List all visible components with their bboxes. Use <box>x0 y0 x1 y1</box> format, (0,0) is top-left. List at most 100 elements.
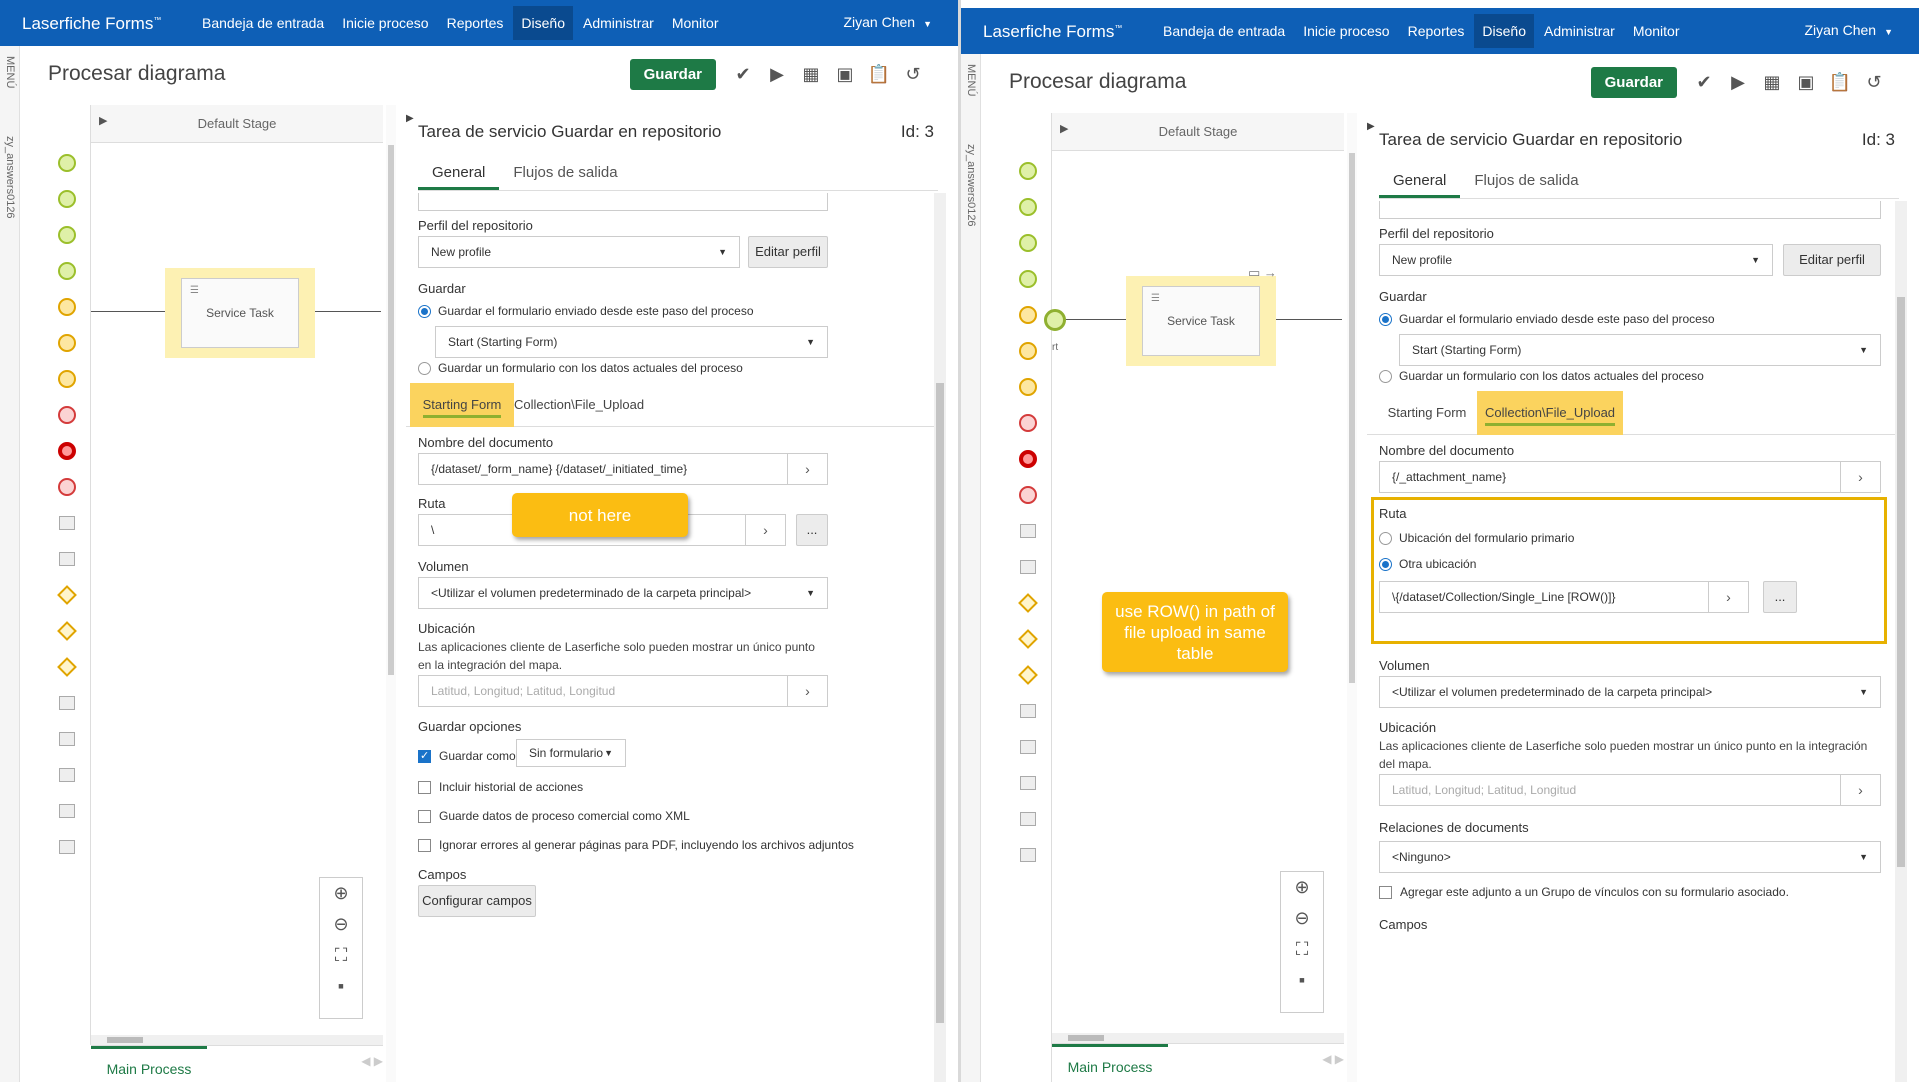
browse-folder-button[interactable]: ... <box>796 514 828 546</box>
radio-save-submitted[interactable]: Guardar el formulario enviado desde este… <box>418 304 754 318</box>
tab-nav-arrows-icon[interactable]: ◀ ▶ <box>1322 1052 1344 1066</box>
edit-profile-button[interactable]: Editar perfil <box>748 236 828 268</box>
email-task-icon[interactable] <box>52 757 82 793</box>
grid-icon[interactable]: ▦ <box>794 64 828 85</box>
inclusive-gateway-icon[interactable] <box>1013 621 1043 657</box>
token-picker-icon[interactable]: › <box>788 453 828 485</box>
location-token-picker-icon[interactable]: › <box>788 675 828 707</box>
script-task-icon[interactable] <box>52 721 82 757</box>
canvas-scrollbar[interactable] <box>91 1035 383 1045</box>
play-icon[interactable]: ▶ <box>1721 72 1755 93</box>
play-icon[interactable]: ▶ <box>760 64 794 85</box>
exclusive-gateway-icon[interactable] <box>52 577 82 613</box>
repo-profile-select[interactable]: New profile ▼ <box>1379 244 1773 276</box>
end-event-icon[interactable] <box>1013 405 1043 441</box>
nav-monitor[interactable]: Monitor <box>1625 8 1688 54</box>
undo-icon[interactable]: ↺ <box>896 64 930 85</box>
repo-profile-select[interactable]: New profile ▼ <box>418 236 740 268</box>
save-button[interactable]: Guardar <box>1590 67 1677 98</box>
parallel-gateway-icon[interactable] <box>1013 657 1043 693</box>
clipboard-icon[interactable]: 📋 <box>1823 72 1857 93</box>
terminate-end-icon[interactable] <box>52 433 82 469</box>
radio-save-current[interactable]: Guardar un formulario con los datos actu… <box>418 361 743 375</box>
volume-select[interactable]: <Utilizar el volumen predeterminado de l… <box>1379 676 1881 708</box>
zoom-out-icon[interactable]: ⊖ <box>1281 903 1323 934</box>
timer-start-icon[interactable] <box>1013 225 1043 261</box>
signal-start-icon[interactable] <box>52 253 82 289</box>
subprocess-icon[interactable] <box>1013 549 1043 585</box>
nav-design[interactable]: Diseño <box>1474 14 1535 48</box>
location-input[interactable]: Latitud, Longitud; Latitud, Longitud <box>1379 774 1841 806</box>
location-input[interactable]: Latitud, Longitud; Latitud, Longitud <box>418 675 788 707</box>
image-icon[interactable]: ▣ <box>1789 72 1823 93</box>
zoom-out-icon[interactable]: ⊖ <box>320 909 362 940</box>
nav-start-process[interactable]: Inicie proceso <box>1295 8 1397 54</box>
user-task-icon[interactable] <box>1013 513 1043 549</box>
timer-start-icon[interactable] <box>52 217 82 253</box>
save-button[interactable]: Guardar <box>629 59 716 90</box>
terminate-end-icon[interactable] <box>1013 441 1043 477</box>
radio-primary-location[interactable]: Ubicación del formulario primario <box>1379 531 1574 545</box>
tab-outflows[interactable]: Flujos de salida <box>499 155 631 190</box>
link-icon[interactable] <box>1013 801 1043 837</box>
undo-icon[interactable]: ↺ <box>1857 72 1891 93</box>
exclusive-gateway-icon[interactable] <box>1013 585 1043 621</box>
side-menu-strip[interactable]: MENÚ zy_answers0126 <box>961 54 981 1082</box>
service-task-icon[interactable] <box>52 685 82 721</box>
tab-main-process[interactable]: Main Process <box>91 1046 207 1082</box>
save-as-checkbox[interactable]: Guardar como <box>418 749 516 763</box>
nav-inbox[interactable]: Bandeja de entrada <box>194 0 332 46</box>
incoming-flow[interactable] <box>1066 319 1126 320</box>
message-start-icon[interactable] <box>52 181 82 217</box>
xml-checkbox[interactable]: Guarde datos de proceso comercial como X… <box>418 809 690 823</box>
annotation-icon[interactable] <box>52 829 82 865</box>
link-icon[interactable] <box>52 793 82 829</box>
docname-input[interactable]: {/dataset/_form_name} {/dataset/_initiat… <box>418 453 788 485</box>
tab-nav-arrows-icon[interactable]: ◀ ▶ <box>361 1054 383 1068</box>
subtab-starting-form[interactable]: Starting Form <box>1379 391 1475 435</box>
configure-fields-button[interactable]: Configurar campos <box>418 885 536 917</box>
error-end-icon[interactable] <box>1013 477 1043 513</box>
start-event-icon[interactable] <box>52 145 82 181</box>
user-task-icon[interactable] <box>52 505 82 541</box>
annotation-icon[interactable] <box>1013 837 1043 873</box>
service-task-node[interactable]: ☰ Service Task <box>181 278 299 348</box>
brand-logo[interactable]: Laserfiche Forms™ <box>983 22 1122 42</box>
minimap-icon[interactable]: ▪ <box>1281 965 1323 996</box>
form-select[interactable]: Start (Starting Form) ▼ <box>435 326 828 358</box>
docname-input[interactable]: {/_attachment_name} <box>1379 461 1841 493</box>
fit-view-icon[interactable]: ⛶ <box>1281 934 1323 965</box>
form-select[interactable]: Start (Starting Form) ▼ <box>1399 334 1881 366</box>
side-menu-strip[interactable]: MENÚ zy_answers0126 <box>0 46 20 1082</box>
check-icon[interactable]: ✔ <box>1687 72 1721 93</box>
save-as-select[interactable]: Sin formulario ▼ <box>516 739 626 767</box>
nav-reports[interactable]: Reportes <box>1400 8 1473 54</box>
clipboard-icon[interactable]: 📋 <box>862 64 896 85</box>
attach-group-checkbox[interactable]: Agregar este adjunto a un Grupo de víncu… <box>1379 885 1789 899</box>
relations-select[interactable]: <Ninguno> ▼ <box>1379 841 1881 873</box>
ruta-token-picker-icon[interactable]: › <box>1709 581 1749 613</box>
diagram-canvas[interactable]: ▶ Default Stage ☰ Service Task ⊕ ⊖ ⛶ ▪ M… <box>90 105 383 1082</box>
panel-splitter[interactable] <box>1347 113 1357 1082</box>
parallel-gateway-icon[interactable] <box>52 649 82 685</box>
signal-start-icon[interactable] <box>1013 261 1043 297</box>
message-start-icon[interactable] <box>1013 189 1043 225</box>
escalation-event-icon[interactable] <box>52 289 82 325</box>
ruta-token-picker-icon[interactable]: › <box>746 514 786 546</box>
nav-monitor[interactable]: Monitor <box>664 0 727 46</box>
token-picker-icon[interactable]: › <box>1841 461 1881 493</box>
subtab-file-upload[interactable]: Collection\File_Upload <box>1477 391 1623 435</box>
ignore-errors-checkbox[interactable]: Ignorar errores al generar páginas para … <box>418 838 854 852</box>
textarea-top[interactable] <box>418 193 828 211</box>
check-icon[interactable]: ✔ <box>726 64 760 85</box>
nav-admin[interactable]: Administrar <box>575 0 662 46</box>
image-icon[interactable]: ▣ <box>828 64 862 85</box>
tab-main-process[interactable]: Main Process <box>1052 1044 1168 1082</box>
grid-icon[interactable]: ▦ <box>1755 72 1789 93</box>
subtab-starting-form[interactable]: Starting Form <box>410 383 514 427</box>
incoming-flow[interactable] <box>91 311 165 312</box>
browse-folder-button[interactable]: ... <box>1763 581 1797 613</box>
tab-general[interactable]: General <box>1379 163 1461 198</box>
panel-scrollbar[interactable] <box>934 193 946 1082</box>
flow-handle-icon[interactable]: ▭ → <box>1248 265 1277 281</box>
